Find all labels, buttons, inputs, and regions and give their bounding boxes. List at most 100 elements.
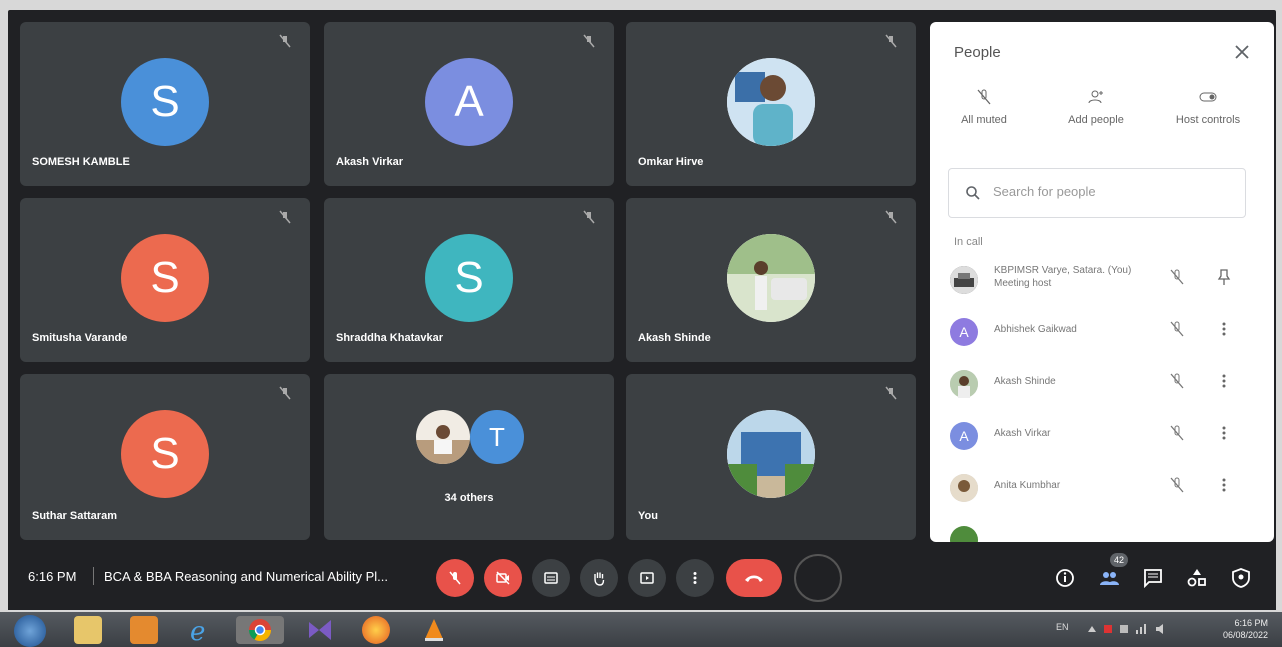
- avatar: [950, 474, 978, 502]
- panel-title: People: [954, 44, 1001, 61]
- vlc-icon[interactable]: [420, 616, 448, 644]
- record-indicator: [794, 554, 842, 602]
- add-people-label: Add people: [1068, 114, 1124, 126]
- participant-name: Smitusha Varande: [32, 332, 128, 344]
- participant-row[interactable]: Akash Shinde: [930, 358, 1274, 410]
- participant-tile[interactable]: S Smitusha Varande: [20, 198, 310, 362]
- present-screen-button[interactable]: [628, 559, 666, 597]
- participant-tile[interactable]: Omkar Hirve: [626, 22, 916, 186]
- host-controls-icon[interactable]: [1230, 567, 1252, 589]
- mic-off-icon: [449, 571, 461, 585]
- language-indicator[interactable]: EN: [1056, 622, 1069, 632]
- host-controls-label: Host controls: [1175, 114, 1241, 126]
- participant-tile[interactable]: S Shraddha Khatavkar: [324, 198, 614, 362]
- search-placeholder: Search for people: [993, 184, 1096, 199]
- avatar: S: [121, 410, 209, 498]
- participant-tile[interactable]: A Akash Virkar: [324, 22, 614, 186]
- clock-date: 06/08/2022: [1222, 630, 1268, 640]
- captions-button[interactable]: [532, 559, 570, 597]
- avatar: A: [425, 58, 513, 146]
- avatar: [950, 526, 978, 542]
- svg-text:e: e: [190, 617, 205, 644]
- people-panel: People All muted Add people Host control…: [930, 22, 1274, 542]
- activities-icon[interactable]: [1186, 567, 1208, 589]
- participant-name: You: [638, 510, 658, 522]
- camera-toggle-button[interactable]: [484, 559, 522, 597]
- visual-studio-icon[interactable]: [306, 616, 334, 644]
- mic-off-icon: [279, 34, 291, 48]
- participant-name: Akash Shinde: [994, 376, 1056, 387]
- all-muted-button[interactable]: All muted: [934, 88, 1034, 126]
- mic-off-icon: [1170, 477, 1184, 493]
- participant-tile[interactable]: S Suthar Sattaram: [20, 374, 310, 540]
- participant-row[interactable]: A Abhishek Gaikwad: [930, 306, 1274, 358]
- os-taskbar: e EN 6:16 PM 06/08/2022: [0, 612, 1282, 647]
- add-people-button[interactable]: Add people: [1046, 88, 1146, 126]
- people-icon[interactable]: [1098, 567, 1120, 589]
- microphone-toggle-button[interactable]: [436, 559, 474, 597]
- info-icon[interactable]: [1054, 567, 1076, 589]
- phone-hangup-icon: [745, 575, 763, 582]
- search-input[interactable]: Search for people: [948, 168, 1246, 218]
- start-button[interactable]: [14, 615, 46, 647]
- system-clock[interactable]: 6:16 PM 06/08/2022: [1223, 617, 1268, 641]
- system-tray-icons[interactable]: [1086, 622, 1182, 638]
- avatar: S: [121, 58, 209, 146]
- participant-name-text: KBPIMSR Varye, Satara. (You): [994, 265, 1132, 276]
- participant-name: Anita Kumbhar: [994, 480, 1061, 491]
- participant-tile[interactable]: S SOMESH KAMBLE: [20, 22, 310, 186]
- avatar: [950, 370, 978, 398]
- more-options-icon[interactable]: [1216, 476, 1232, 494]
- mic-off-icon: [977, 89, 991, 105]
- close-icon[interactable]: [1232, 42, 1252, 62]
- pin-icon[interactable]: [1216, 268, 1232, 286]
- more-options-icon[interactable]: [1216, 320, 1232, 338]
- host-controls-button[interactable]: Host controls: [1158, 88, 1258, 126]
- participant-tile[interactable]: Akash Shinde: [626, 198, 916, 362]
- meeting-time: 6:16 PM: [28, 569, 77, 584]
- profile-photo: [727, 410, 815, 498]
- raise-hand-button[interactable]: [580, 559, 618, 597]
- add-person-icon: [1088, 90, 1103, 104]
- avatar: S: [121, 234, 209, 322]
- leave-call-button[interactable]: [726, 559, 782, 597]
- mic-off-icon: [279, 210, 291, 224]
- mic-off-icon: [885, 210, 897, 224]
- participant-row[interactable]: A Akash Virkar: [930, 410, 1274, 462]
- more-options-icon[interactable]: [1216, 372, 1232, 390]
- search-icon: [966, 186, 980, 200]
- captions-icon: [544, 572, 558, 584]
- more-options-button[interactable]: [676, 559, 714, 597]
- file-explorer-icon[interactable]: [74, 616, 102, 644]
- participant-name: Abhishek Gaikwad: [994, 324, 1077, 335]
- avatar: A: [950, 318, 978, 346]
- meeting-title: BCA & BBA Reasoning and Numerical Abilit…: [104, 569, 388, 584]
- participant-name: Shraddha Khatavkar: [336, 332, 443, 344]
- avatar: T: [470, 410, 524, 464]
- mic-off-icon: [1170, 321, 1184, 337]
- mic-off-icon: [1170, 425, 1184, 441]
- chat-icon[interactable]: [1142, 567, 1164, 589]
- others-tile[interactable]: T 34 others: [324, 374, 614, 540]
- toggle-icon: [1199, 92, 1217, 102]
- profile-photo: [727, 234, 815, 322]
- divider: [93, 567, 94, 585]
- profile-photo: [727, 58, 815, 146]
- chrome-icon[interactable]: [236, 616, 284, 644]
- mic-off-icon: [1170, 373, 1184, 389]
- participant-row[interactable]: KBPIMSR Varye, Satara. (You) Meeting hos…: [930, 254, 1274, 306]
- participant-row[interactable]: Anita Kumbhar: [930, 462, 1274, 514]
- mic-off-icon: [583, 210, 595, 224]
- camera-off-icon: [496, 571, 510, 585]
- mic-off-icon: [885, 34, 897, 48]
- firefox-icon[interactable]: [362, 616, 390, 644]
- self-tile[interactable]: You: [626, 374, 916, 540]
- participant-name: KBPIMSR Varye, Satara. (You) Meeting hos…: [994, 264, 1131, 290]
- mic-off-icon: [583, 34, 595, 48]
- participant-name: Akash Virkar: [994, 428, 1051, 439]
- profile-photo: [416, 410, 470, 464]
- participant-row[interactable]: [930, 514, 1274, 542]
- media-player-icon[interactable]: [130, 616, 158, 644]
- internet-explorer-icon[interactable]: e: [186, 616, 214, 647]
- more-options-icon[interactable]: [1216, 424, 1232, 442]
